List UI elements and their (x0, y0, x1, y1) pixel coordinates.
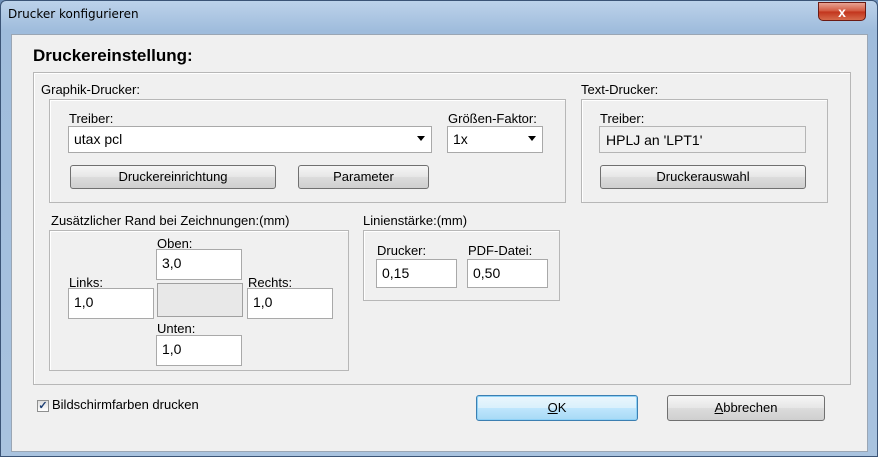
cancel-mnemonic: A (714, 400, 724, 415)
parameter-button[interactable]: Parameter (298, 165, 429, 189)
cancel-label-rest: bbrechen (723, 400, 778, 415)
screen-colors-label[interactable]: Bildschirmfarben drucken (52, 397, 199, 412)
margin-bottom-input[interactable]: 1,0 (156, 335, 242, 366)
graphic-printer-group-label: Graphik-Drucker: (41, 82, 140, 97)
text-driver-label: Treiber: (600, 111, 645, 126)
chevron-down-icon (528, 136, 536, 141)
size-factor-label: Größen-Faktor: (448, 111, 537, 126)
ok-label-rest: K (557, 400, 567, 415)
text-driver-field: HPLJ an 'LPT1' (599, 126, 806, 153)
dialog-body: Druckereinstellung: Graphik-Drucker: Tre… (11, 34, 868, 452)
close-button[interactable]: x (818, 2, 866, 21)
line-printer-input[interactable]: 0,15 (376, 259, 457, 288)
graphic-driver-select[interactable]: utax pcl (68, 126, 432, 153)
checkmark-icon: ✓ (38, 400, 48, 412)
line-pdf-input[interactable]: 0,50 (467, 259, 548, 288)
window-title: Drucker konfigurieren (8, 7, 139, 21)
margin-bottom-label: Unten: (157, 321, 196, 336)
size-factor-value: 1x (453, 131, 468, 147)
margin-top-input[interactable]: 3,0 (156, 249, 242, 280)
ok-mnemonic: O (547, 400, 558, 415)
printer-setup-button[interactable]: Druckereinrichtung (70, 165, 276, 189)
page-title: Druckereinstellung: (33, 46, 193, 65)
printer-select-button[interactable]: Druckerauswahl (600, 165, 806, 189)
chevron-down-icon (417, 136, 425, 141)
margin-group-label: Zusätzlicher Rand bei Zeichnungen:(mm) (51, 213, 290, 228)
size-factor-select[interactable]: 1x (447, 126, 543, 153)
margin-left-input[interactable]: 1,0 (68, 288, 154, 319)
close-icon: x (838, 4, 846, 20)
cancel-button[interactable]: Abbrechen (667, 395, 825, 421)
graphic-driver-value: utax pcl (74, 131, 123, 147)
graphic-driver-label: Treiber: (69, 111, 114, 126)
page-preview-box (157, 283, 243, 317)
line-width-group-label: Linienstärke:(mm) (363, 213, 468, 228)
ok-button[interactable]: OK (476, 395, 638, 421)
title-bar[interactable]: Drucker konfigurieren x (1, 1, 877, 29)
margin-right-input[interactable]: 1,0 (247, 288, 333, 319)
screen-colors-checkbox[interactable]: ✓ (37, 400, 49, 412)
line-printer-label: Drucker: (377, 243, 427, 258)
text-printer-group-label: Text-Drucker: (581, 82, 659, 97)
line-pdf-label: PDF-Datei: (468, 243, 533, 258)
dialog-window: Drucker konfigurieren x Druckereinstellu… (0, 0, 878, 457)
